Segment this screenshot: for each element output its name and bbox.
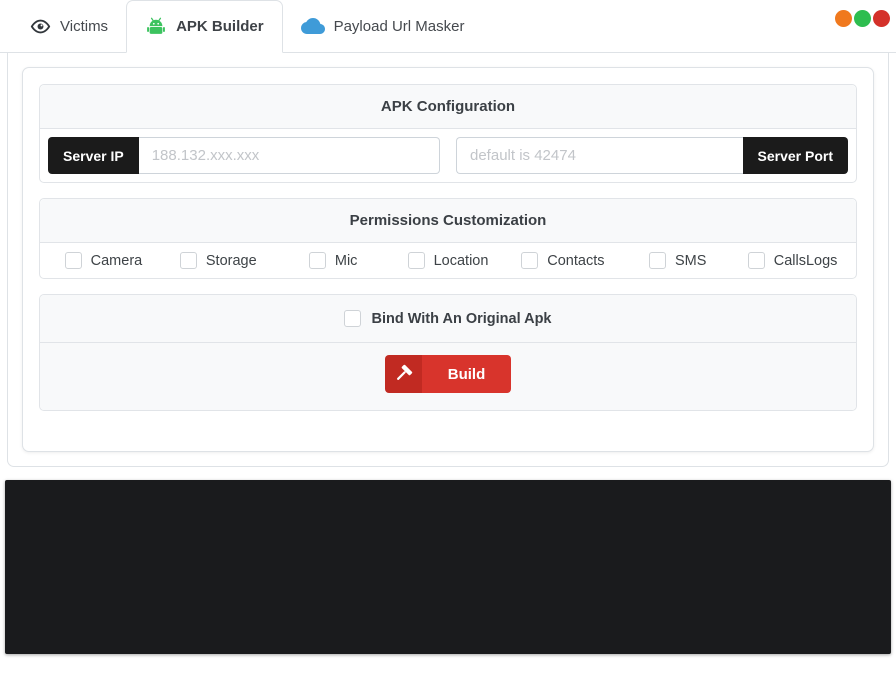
permission-mic[interactable]: Mic [276, 252, 391, 269]
permission-label: Location [433, 252, 489, 269]
bind-section: Bind With An Original Apk [40, 295, 856, 342]
server-port-input[interactable] [456, 137, 743, 174]
bind-apk-checkbox[interactable] [344, 310, 362, 327]
tab-payload-url-masker[interactable]: Payload Url Masker [283, 0, 483, 52]
permission-label: Camera [90, 252, 143, 269]
tab-label: APK Builder [176, 18, 264, 35]
permission-contacts[interactable]: Contacts [505, 252, 620, 269]
hammer-icon [384, 355, 422, 393]
eye-icon [30, 16, 51, 37]
bind-build-card: Bind With An Original Apk Build [39, 294, 857, 411]
server-port-group: Server Port [456, 137, 848, 174]
permissions-row: Camera Storage Mic Location Contacts SMS… [40, 243, 856, 278]
build-section: Build [40, 342, 856, 410]
cloud-icon [300, 16, 325, 36]
tab-apk-builder[interactable]: APK Builder [126, 0, 283, 53]
permission-label: SMS [675, 252, 707, 269]
tab-label: Victims [60, 17, 109, 35]
apk-configuration-title: APK Configuration [40, 85, 856, 129]
bind-apk-label: Bind With An Original Apk [371, 310, 552, 327]
build-console[interactable] [5, 480, 891, 654]
server-port-label: Server Port [742, 137, 848, 174]
tab-bar: Victims APK Builder Payload Url Masker [0, 0, 896, 53]
callslogs-checkbox[interactable] [747, 252, 765, 269]
build-button-label: Build [421, 355, 512, 393]
location-checkbox[interactable] [407, 252, 425, 269]
mic-checkbox[interactable] [308, 252, 326, 269]
apk-configuration-body: Server IP Server Port [40, 129, 856, 182]
permission-label: Mic [334, 252, 358, 269]
android-icon [145, 17, 167, 37]
apk-builder-panel: APK Configuration Server IP Server Port … [22, 67, 874, 452]
server-ip-input[interactable] [138, 137, 440, 174]
server-ip-label: Server IP [48, 137, 139, 174]
window-dot-red[interactable] [873, 10, 890, 27]
permission-label: Storage [205, 252, 257, 269]
storage-checkbox[interactable] [179, 252, 197, 269]
permission-label: CallsLogs [773, 252, 838, 269]
camera-checkbox[interactable] [64, 252, 82, 269]
apk-configuration-card: APK Configuration Server IP Server Port [39, 84, 857, 183]
permission-sms[interactable]: SMS [620, 252, 735, 269]
permissions-title: Permissions Customization [40, 199, 856, 243]
sms-checkbox[interactable] [649, 252, 667, 269]
server-ip-group: Server IP [48, 137, 440, 174]
permissions-card: Permissions Customization Camera Storage… [39, 198, 857, 279]
build-button[interactable]: Build [384, 355, 512, 393]
permission-camera[interactable]: Camera [46, 252, 161, 269]
contacts-checkbox[interactable] [521, 252, 539, 269]
window-controls [835, 10, 890, 27]
tab-content-panel: APK Configuration Server IP Server Port … [7, 53, 889, 467]
permission-location[interactable]: Location [391, 252, 506, 269]
permission-storage[interactable]: Storage [161, 252, 276, 269]
permission-callslogs[interactable]: CallsLogs [735, 252, 850, 269]
window-dot-orange[interactable] [835, 10, 852, 27]
tab-label: Payload Url Masker [333, 17, 465, 35]
tab-victims[interactable]: Victims [12, 0, 126, 52]
permission-label: Contacts [547, 252, 605, 269]
window-dot-green[interactable] [854, 10, 871, 27]
